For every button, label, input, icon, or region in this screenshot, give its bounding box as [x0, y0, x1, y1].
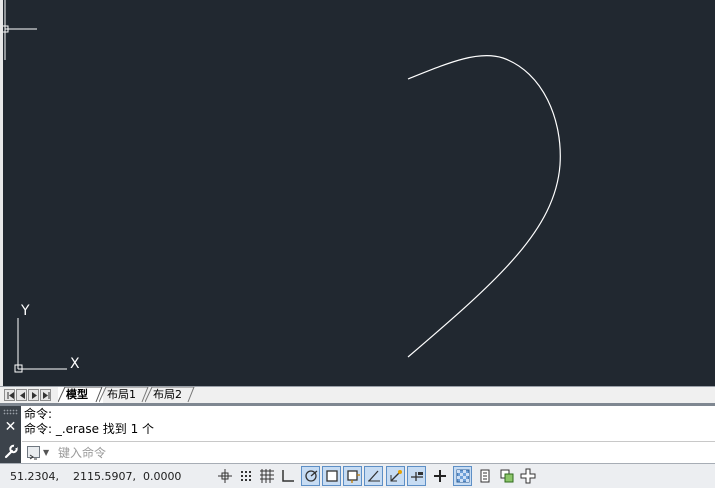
transparency-icon — [456, 469, 470, 483]
coordinate-readout[interactable]: 51.2304, 2115.5907, 0.0000 — [10, 470, 181, 483]
command-input-row: ▼ — [22, 441, 715, 463]
3d-object-snap-icon — [347, 470, 360, 483]
drag-grip[interactable] — [3, 409, 18, 415]
command-history: 命令: 命令: _.erase 找到 1 个 — [24, 407, 154, 437]
ucs-x-label: X — [70, 356, 80, 372]
command-line-panel: ✕ 命令: 命令: _.erase 找到 1 个 ▼ — [0, 403, 715, 463]
transparency-button[interactable] — [453, 466, 472, 486]
lineweight-icon — [434, 470, 446, 482]
dynamic-ucs-icon — [390, 470, 402, 482]
command-input[interactable] — [58, 444, 698, 461]
chevron-down-icon[interactable]: ▼ — [43, 448, 49, 457]
3d-object-snap-button[interactable] — [343, 466, 362, 486]
infer-constraints-icon — [218, 469, 232, 483]
annotation-monitor-icon — [520, 468, 536, 484]
ucs-y-label: Y — [20, 303, 30, 319]
wrench-icon[interactable] — [3, 444, 18, 459]
grid-display-button[interactable] — [257, 466, 276, 486]
status-bar: 51.2304, 2115.5907, 0.0000 — [0, 463, 715, 488]
infer-constraints-button[interactable] — [215, 466, 234, 486]
tab-layout2-label: 布局2 — [153, 388, 182, 401]
selection-cycling-button[interactable] — [497, 466, 516, 486]
ortho-mode-button[interactable] — [278, 466, 297, 486]
snap-mode-button[interactable] — [236, 466, 255, 486]
object-snap-button[interactable] — [322, 466, 341, 486]
tab-layout1-label: 布局1 — [107, 388, 136, 401]
history-line: 命令: _.erase 找到 1 个 — [24, 422, 155, 436]
annotation-monitor-button[interactable] — [518, 466, 537, 486]
drawing-canvas[interactable]: Y X — [0, 0, 715, 386]
crosshair-cursor — [3, 0, 37, 60]
layout-tab-bar: 模型 布局1 布局2 — [0, 386, 715, 403]
curve-entity[interactable] — [407, 55, 561, 358]
selection-cycling-icon — [500, 469, 514, 483]
dynamic-ucs-button[interactable] — [386, 466, 405, 486]
tab-model-label: 模型 — [66, 388, 88, 401]
next-icon — [32, 392, 37, 399]
object-snap-tracking-button[interactable] — [364, 466, 383, 486]
tab-layout1[interactable]: 布局1 — [99, 387, 149, 403]
object-snap-tracking-icon — [368, 470, 380, 482]
last-icon — [43, 392, 50, 399]
ortho-mode-icon — [282, 470, 294, 482]
next-layout-button[interactable] — [28, 389, 39, 401]
polar-tracking-button[interactable] — [301, 466, 320, 486]
drawing-svg: Y X — [3, 0, 561, 373]
last-layout-button[interactable] — [40, 389, 51, 401]
terminal-icon — [29, 454, 37, 460]
first-icon — [7, 392, 14, 399]
grid-display-icon — [260, 469, 274, 483]
autocad-window: Y X 模型 布局1 布局2 ✕ 命令: 命令: _.erase 找到 1 个 … — [0, 0, 715, 488]
quick-properties-icon — [480, 469, 490, 483]
lineweight-button[interactable] — [430, 466, 449, 486]
prev-icon — [20, 392, 25, 399]
close-icon[interactable]: ✕ — [4, 420, 17, 434]
tab-model[interactable]: 模型 — [58, 387, 103, 403]
object-snap-icon — [326, 470, 338, 482]
ucs-icon — [14, 318, 67, 373]
first-layout-button[interactable] — [4, 389, 15, 401]
dynamic-input-icon — [411, 472, 423, 481]
command-line-sidebar: ✕ — [0, 406, 21, 463]
command-prompt-icon[interactable] — [27, 446, 40, 460]
history-line: 命令: — [24, 407, 53, 421]
snap-mode-icon — [241, 471, 251, 481]
tab-layout2[interactable]: 布局2 — [145, 387, 195, 403]
dynamic-input-button[interactable] — [407, 466, 426, 486]
quick-properties-button[interactable] — [475, 466, 494, 486]
polar-tracking-icon — [305, 470, 318, 482]
prev-layout-button[interactable] — [16, 389, 27, 401]
